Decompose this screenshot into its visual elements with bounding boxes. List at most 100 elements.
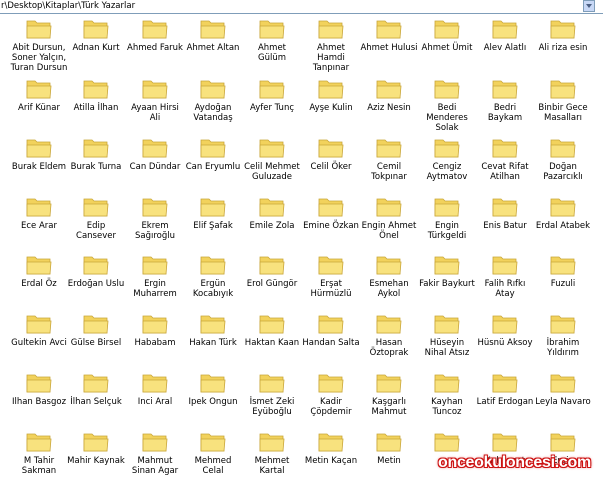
folder-item[interactable]: Cevat Rifat Atilhan: [476, 137, 534, 182]
folder-item[interactable]: Hababam: [126, 313, 184, 348]
folder-icon: [142, 433, 168, 452]
folder-item[interactable]: İlhan Selçuk: [67, 372, 125, 407]
folder-item[interactable]: Ahmed Faruk: [126, 18, 184, 53]
folder-item[interactable]: Gultekin Avci: [10, 313, 68, 348]
folder-item[interactable]: Gülse Birsel: [67, 313, 125, 348]
folder-item[interactable]: Ayfer Tunç: [243, 78, 301, 113]
folder-icon: [434, 256, 460, 275]
folder-item[interactable]: İsmet Zeki Eyüboğlu: [243, 372, 301, 417]
folder-item[interactable]: Ahmet Ümit: [418, 18, 476, 53]
folder-item[interactable]: Atilla İlhan: [67, 78, 125, 113]
address-path[interactable]: r\Desktop\Kitaplar\Türk Yazarlar: [1, 1, 135, 12]
folder-item[interactable]: Abit Dursun, Soner Yalçın, Turan Dursun: [10, 18, 68, 73]
folder-label: Leyla Navaro: [535, 397, 591, 407]
folder-item[interactable]: Haktan Kaan: [243, 313, 301, 348]
folder-item[interactable]: Arif Künar: [10, 78, 68, 113]
folder-item[interactable]: Kayhan Tuncoz: [418, 372, 476, 417]
folder-item[interactable]: Hüsnü Aksoy: [476, 313, 534, 348]
folder-label: Latif Erdogan: [476, 397, 534, 407]
folder-item[interactable]: Elif Şafak: [184, 196, 242, 231]
folder-icon: [376, 315, 402, 334]
folder-item[interactable]: Fuzuli: [534, 254, 592, 289]
folder-item[interactable]: Celil Öker: [302, 137, 360, 172]
folder-item[interactable]: Alev Alatlı: [476, 18, 534, 53]
folder-item[interactable]: Hüseyin Nihal Atsız: [418, 313, 476, 358]
folder-item[interactable]: M Tahir Sakman: [10, 431, 68, 476]
folder-item[interactable]: Handan Salta: [302, 313, 360, 348]
folder-item[interactable]: Celil Mehmet Guluzade: [243, 137, 301, 182]
folder-label: Bedi Menderes Solak: [426, 103, 468, 133]
folder-item[interactable]: Hakan Türk: [184, 313, 242, 348]
folder-item[interactable]: Mahir Kaynak: [67, 431, 125, 466]
folder-item[interactable]: Cengiz Aytmatov: [418, 137, 476, 182]
folder-item[interactable]: Fakir Baykurt: [418, 254, 476, 289]
folder-item[interactable]: Enis Batur: [476, 196, 534, 231]
folder-item[interactable]: Erdal Öz: [10, 254, 68, 289]
folder-label: Ali riza esin: [538, 43, 588, 53]
folder-item[interactable]: Latif Erdogan: [476, 372, 534, 407]
folder-item[interactable]: Burak Eldem: [10, 137, 68, 172]
folder-item[interactable]: Ergin Muharrem: [126, 254, 184, 299]
folder-item[interactable]: Falih Rıfkı Atay: [476, 254, 534, 299]
folder-item[interactable]: Hasan Öztoprak: [360, 313, 418, 358]
folder-item[interactable]: Cemil Tokpınar: [360, 137, 418, 182]
folder-item[interactable]: Metin: [360, 431, 418, 466]
folder-item[interactable]: Erşat Hürmüzlü: [302, 254, 360, 299]
folder-item[interactable]: Edip Cansever: [67, 196, 125, 241]
folder-item[interactable]: Can Eryumlu: [184, 137, 242, 172]
folder-item[interactable]: Ilhan Basgoz: [10, 372, 68, 407]
folder-icon: [200, 20, 226, 39]
folder-item[interactable]: Ahmet Hamdi Tanpınar: [302, 18, 360, 73]
folder-item[interactable]: Kaşgarlı Mahmut: [360, 372, 418, 417]
folder-label: Edip Cansever: [76, 221, 116, 241]
folder-item[interactable]: Ekrem Sağıroğlu: [126, 196, 184, 241]
folder-item[interactable]: Engin Türkgeldi: [418, 196, 476, 241]
folder-item[interactable]: Bedi Menderes Solak: [418, 78, 476, 133]
folder-item[interactable]: Erol Güngör: [243, 254, 301, 289]
folder-item[interactable]: Kadir Çöpdemir: [302, 372, 360, 417]
folder-item[interactable]: Binbir Gece Masalları: [534, 78, 592, 123]
folder-item[interactable]: Erdal Atabek: [534, 196, 592, 231]
folder-item[interactable]: Aydoğan Vatandaş: [184, 78, 242, 123]
folder-icon: [376, 139, 402, 158]
folder-item[interactable]: Esmehan Aykol: [360, 254, 418, 299]
folder-item[interactable]: Adnan Kurt: [67, 18, 125, 53]
folder-icon: [83, 315, 109, 334]
folder-item[interactable]: Inci Aral: [126, 372, 184, 407]
address-dropdown-button[interactable]: [583, 0, 595, 12]
folder-icon: [434, 139, 460, 158]
folder-item[interactable]: Burak Turna: [67, 137, 125, 172]
folder-item[interactable]: Ipek Ongun: [184, 372, 242, 407]
folder-item[interactable]: Metin Kaçan: [302, 431, 360, 466]
folder-item[interactable]: İbrahim Yıldırım: [534, 313, 592, 358]
folder-icon: [434, 315, 460, 334]
folder-item[interactable]: Ayşe Kulin: [302, 78, 360, 113]
folder-label: Hüseyin Nihal Atsız: [424, 338, 470, 358]
folder-item[interactable]: [418, 431, 476, 456]
folder-item[interactable]: Ahmet Altan: [184, 18, 242, 53]
folder-item[interactable]: Ergün Kocabıyık: [184, 254, 242, 299]
folder-item[interactable]: Emine Özkan: [302, 196, 360, 231]
folder-item[interactable]: Ayaan Hirsi Ali: [126, 78, 184, 123]
folder-item[interactable]: Can Dündar: [126, 137, 184, 172]
folder-item[interactable]: Mehmed Celal: [184, 431, 242, 476]
folder-item[interactable]: Ahmet Gülüm: [243, 18, 301, 63]
folder-icon: [550, 20, 576, 39]
folder-label: Ayfer Tunç: [249, 103, 295, 113]
folder-label: Ahmet Ümit: [421, 43, 473, 53]
folder-item[interactable]: Bedri Baykam: [476, 78, 534, 123]
address-bar[interactable]: r\Desktop\Kitaplar\Türk Yazarlar: [0, 0, 603, 14]
folder-item[interactable]: Ece Arar: [10, 196, 68, 231]
folder-item[interactable]: Engin Ahmet Önel: [360, 196, 418, 241]
folder-item[interactable]: Mehmet Kartal: [243, 431, 301, 476]
folder-item[interactable]: Doğan Pazarcıklı: [534, 137, 592, 182]
folder-icon: [142, 315, 168, 334]
folder-item[interactable]: Aziz Nesin: [360, 78, 418, 113]
folder-item[interactable]: Leyla Navaro: [534, 372, 592, 407]
folder-label: Ahmet Gülüm: [257, 43, 287, 63]
folder-item[interactable]: Erdoğan Uslu: [67, 254, 125, 289]
folder-item[interactable]: Mahmut Sinan Agar: [126, 431, 184, 476]
folder-item[interactable]: Ahmet Hulusi: [360, 18, 418, 53]
folder-item[interactable]: Emile Zola: [243, 196, 301, 231]
folder-item[interactable]: Ali riza esin: [534, 18, 592, 53]
